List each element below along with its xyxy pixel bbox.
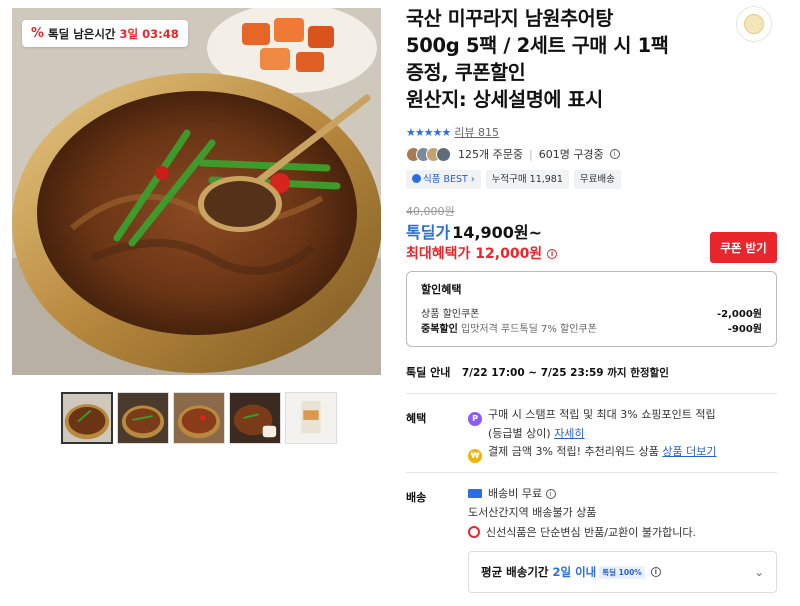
social-proof-row: 125개 주문중 | 601명 구경중 i <box>406 146 620 162</box>
thumbnail-4[interactable] <box>229 392 281 444</box>
discount-amount: -900원 <box>727 324 762 335</box>
thumbnail-1[interactable] <box>61 392 113 444</box>
get-coupon-button[interactable]: 쿠폰 받기 <box>710 232 777 263</box>
best-tag[interactable]: 식품 BEST › <box>406 170 481 189</box>
percent-icon: % <box>31 26 45 41</box>
shipping-warning-text: 신선식품은 단순변심 반품/교환이 불가합니다. <box>486 526 696 539</box>
thumbnail-3[interactable] <box>173 392 225 444</box>
divider <box>406 393 777 394</box>
brand-store-icon[interactable] <box>736 6 772 42</box>
avg-delivery-badge: 톡딜 100% <box>599 565 645 579</box>
title-line: 증정, 쿠폰할인 <box>406 61 526 84</box>
info-icon[interactable]: i <box>609 149 620 159</box>
title-line: 국산 미꾸라지 남원추어탕 <box>406 7 614 30</box>
benefit-text: 결제 금액 3% 적립! 추천리워드 상품 <box>488 445 659 458</box>
benefits-label: 혜택 <box>406 412 427 425</box>
orders-count: 125개 주문중 <box>458 148 523 161</box>
cumulative-purchase-tag: 누적구매 11,981 <box>485 170 569 189</box>
no-return-icon <box>468 526 480 538</box>
deal-price-label: 톡딜가 <box>406 223 451 242</box>
title-line: 원산지: 상세설명에 표시 <box>406 88 603 111</box>
discount-row: 상품 할인쿠폰 -2,000원 <box>421 307 762 322</box>
deal-timer-badge: % 톡딜 남은시간 3일 03:48 <box>22 20 188 47</box>
benefit-item: ₩ 결제 금액 3% 적립! 추천리워드 상품 상품 더보기 <box>468 444 717 463</box>
thumbnail-strip <box>61 392 337 444</box>
chevron-down-icon: ⌄ <box>754 565 764 579</box>
shipping-warning: 신선식품은 단순변심 반품/교환이 불가합니다. <box>468 525 696 541</box>
deal-guide-label: 톡딜 안내 <box>406 366 451 379</box>
thumbnail-5[interactable] <box>285 392 337 444</box>
p-point-icon: P <box>468 412 482 426</box>
more-products-link[interactable]: 상품 더보기 <box>662 445 716 458</box>
truck-icon <box>468 489 482 498</box>
coin-icon: ₩ <box>468 449 482 463</box>
free-shipping-tag: 무료배송 <box>573 170 621 189</box>
info-icon[interactable]: i <box>547 249 558 259</box>
main-product-image[interactable]: % 톡딜 남은시간 3일 03:48 <box>12 8 381 375</box>
rating-row: ★★★★★ 리뷰 815 <box>406 124 499 140</box>
deal-guide: 톡딜 안내 7/22 17:00 ~ 7/25 23:59 까지 한정할인 <box>406 364 669 380</box>
review-count-link[interactable]: 리뷰 815 <box>454 124 499 140</box>
star-rating-icon: ★★★★★ <box>406 125 451 139</box>
buyer-avatars <box>406 146 451 162</box>
title-line: 500g 5팩 / 2세트 구매 시 1팩 <box>406 34 669 57</box>
shipping-free-text: 배송비 무료 <box>488 487 543 500</box>
discount-amount: -2,000원 <box>717 309 762 320</box>
shipping-label: 배송 <box>406 491 427 504</box>
discount-row: 중복할인 입맛저격 푸드톡딜 7% 할인쿠폰 -900원 <box>421 322 762 337</box>
deal-price: 톡딜가 14,900원~ <box>406 219 542 243</box>
details-link[interactable]: 자세히 <box>554 427 584 440</box>
divider <box>406 472 777 473</box>
shipping-free: 배송비 무료 i <box>468 486 556 502</box>
info-icon[interactable]: i <box>545 489 556 499</box>
max-benefit-value: 12,000원 <box>475 246 543 262</box>
benefit-text: 구매 시 스탬프 적립 및 최대 3% 쇼핑포인트 적립 <box>488 408 716 421</box>
chueotang-photo <box>12 8 381 375</box>
discount-label: 상품 할인쿠폰 <box>421 309 480 320</box>
viewers-count: 601명 구경중 <box>538 148 604 161</box>
original-price: 40,000원 <box>406 205 455 218</box>
discount-label: 중복할인 <box>421 324 458 335</box>
discount-heading: 할인혜택 <box>421 283 462 296</box>
avg-delivery-value: 2일 이내 <box>552 565 597 579</box>
discount-box: 할인혜택 상품 할인쿠폰 -2,000원 중복할인 입맛저격 푸드톡딜 7% 할… <box>406 271 777 347</box>
shipping-note: 도서산간지역 배송불가 상품 <box>468 506 597 519</box>
max-benefit-label: 최대혜택가 <box>406 246 471 262</box>
deal-guide-period: 7/22 17:00 ~ 7/25 23:59 까지 한정할인 <box>461 367 669 379</box>
benefit-item: P 구매 시 스탬프 적립 및 최대 3% 쇼핑포인트 적립 (등급별 상이) 자… <box>468 407 716 442</box>
tag-row: 식품 BEST › 누적구매 11,981 무료배송 <box>406 170 621 189</box>
deal-timer-label: 톡딜 남은시간 <box>48 26 116 41</box>
divider: | <box>528 147 533 161</box>
product-title: 국산 미꾸라지 남원추어탕 500g 5팩 / 2세트 구매 시 1팩 증정, … <box>406 5 726 113</box>
deal-timer-time: 3일 03:48 <box>119 26 179 41</box>
best-badge-icon <box>412 174 421 183</box>
avg-delivery-label: 평균 배송기간 <box>481 565 549 579</box>
avg-delivery-dropdown[interactable]: 평균 배송기간 2일 이내 톡딜 100% i ⌄ <box>468 551 777 593</box>
benefit-sub: (등급별 상이) <box>488 427 551 440</box>
max-benefit-price: 최대혜택가 12,000원 i <box>406 243 558 263</box>
info-icon[interactable]: i <box>650 567 661 577</box>
thumbnail-2[interactable] <box>117 392 169 444</box>
discount-desc: 입맛저격 푸드톡딜 7% 할인쿠폰 <box>461 324 597 335</box>
deal-price-value: 14,900원~ <box>452 223 543 242</box>
best-tag-label: 식품 BEST › <box>423 174 475 185</box>
